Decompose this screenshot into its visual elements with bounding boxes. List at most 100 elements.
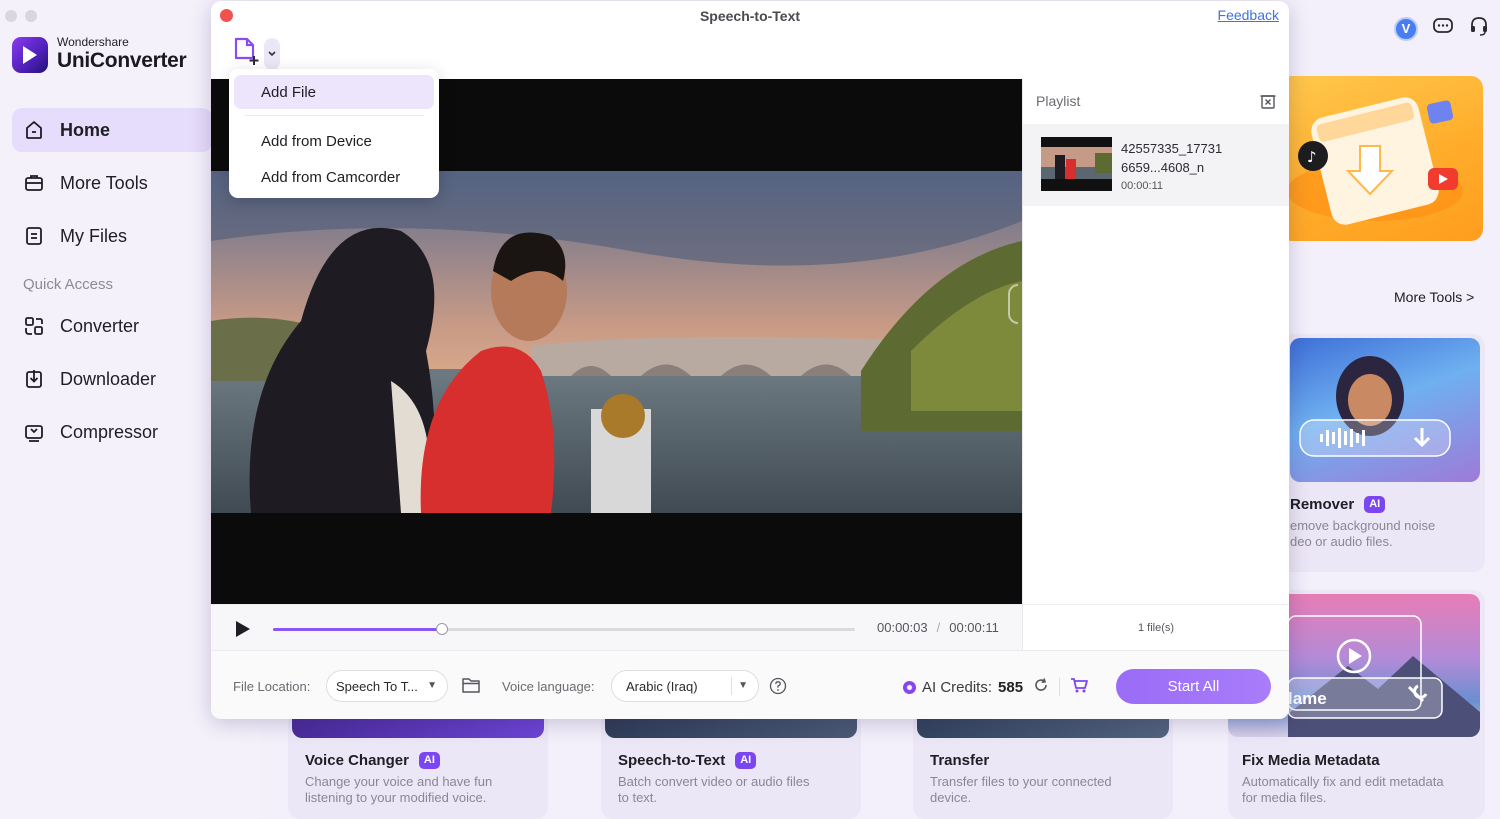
file-location-select[interactable]: Speech To T... ▼ — [326, 670, 448, 702]
progress-handle[interactable] — [435, 623, 448, 635]
header-actions: V — [1394, 15, 1490, 42]
chat-icon[interactable] — [1432, 15, 1454, 42]
card-desc-line: for media files. — [1242, 790, 1327, 805]
close-dot[interactable] — [5, 10, 17, 22]
chevron-down-icon: ▼ — [738, 680, 748, 691]
brand-name: UniConverter — [57, 49, 187, 72]
ai-badge: AI — [735, 752, 757, 769]
downloader-icon — [22, 367, 46, 391]
sidebar-item-label: Downloader — [60, 368, 157, 389]
card-desc-line: deo or audio files. — [1290, 534, 1393, 549]
ai-credits-label: AI Credits: — [922, 678, 993, 696]
file-location-label: File Location: — [233, 679, 311, 694]
playlist-item-name-line: 42557335_17731 — [1121, 141, 1223, 156]
video-frame — [211, 171, 1022, 513]
collapse-handle[interactable] — [1008, 284, 1018, 324]
avatar[interactable]: V — [1394, 16, 1418, 41]
files-icon — [22, 224, 46, 248]
file-location-value: Speech To T... — [336, 678, 418, 694]
card-title-text: Remover — [1290, 496, 1355, 513]
time-separator: / — [936, 620, 941, 635]
card-desc-line: emove background noise — [1290, 518, 1436, 533]
sidebar-item-label: Compressor — [60, 421, 159, 442]
download-illustration-icon: ♪ — [1287, 97, 1463, 225]
voice-language-select[interactable]: Arabic (Iraq) ▼ — [611, 670, 759, 702]
compressor-icon — [22, 420, 46, 444]
feedback-link[interactable]: Feedback — [1218, 7, 1279, 23]
converter-icon — [22, 314, 46, 338]
sidebar-item-label: My Files — [60, 225, 127, 246]
chevron-down-icon: ▼ — [427, 680, 437, 691]
current-time: 00:00:03 — [877, 620, 928, 635]
card-description: emove background noise deo or audio file… — [1290, 518, 1435, 550]
add-file-button[interactable] — [232, 36, 280, 71]
playlist-item[interactable]: 42557335_17731 6659...4608_n 00:00:11 — [1023, 124, 1289, 206]
total-time: 00:00:11 — [949, 620, 999, 635]
playlist-thumbnail — [1041, 137, 1112, 191]
toolbox-icon — [22, 171, 46, 195]
sidebar-item-my-files[interactable]: My Files — [12, 214, 212, 258]
dialog-bottom-bar: File Location: Speech To T... ▼ Voice la… — [211, 650, 1289, 719]
playlist-item-duration: 00:00:11 — [1121, 180, 1164, 192]
sidebar-item-compressor[interactable]: Compressor — [12, 410, 212, 454]
card-title: Transfer — [930, 752, 989, 769]
headset-icon[interactable] — [1468, 15, 1490, 42]
cart-icon[interactable] — [1070, 677, 1088, 697]
add-file-menu: Add File Add from Device Add from Camcor… — [229, 69, 439, 198]
card-desc-line: Batch convert video or audio files — [618, 774, 810, 789]
card-title: Voice Changer AI — [305, 752, 440, 769]
card-description: Batch convert video or audio files to te… — [618, 774, 810, 806]
play-icon[interactable] — [236, 621, 250, 637]
card-desc-line: to text. — [618, 790, 658, 805]
playlist-item-name: 42557335_17731 6659...4608_n — [1121, 139, 1281, 177]
uniconverter-logo-icon — [12, 36, 48, 73]
voice-language-label: Voice language: — [502, 679, 595, 694]
refresh-icon[interactable] — [1033, 677, 1049, 697]
select-divider — [731, 677, 732, 695]
card-desc-line: listening to your modified voice. — [305, 790, 487, 805]
folder-icon[interactable] — [461, 676, 481, 699]
downloader-banner[interactable]: ♪ — [1280, 76, 1483, 241]
card-description: Automatically fix and edit metadata for … — [1242, 774, 1444, 806]
progress-slider[interactable] — [273, 623, 855, 635]
card-title-text: Voice Changer — [305, 752, 409, 769]
menu-item-add-from-device[interactable]: Add from Device — [234, 124, 434, 158]
tool-card-speech-to-text[interactable]: Speech-to-Text AI Batch convert video or… — [601, 712, 861, 819]
menu-divider — [244, 115, 424, 116]
trash-icon[interactable] — [1259, 92, 1277, 115]
tool-card-voice-changer[interactable]: Voice Changer AI Change your voice and h… — [288, 712, 548, 819]
sidebar-item-converter[interactable]: Converter — [12, 304, 212, 348]
tool-card-transfer[interactable]: Transfer Transfer files to your connecte… — [913, 712, 1173, 819]
ai-badge: AI — [1364, 496, 1386, 513]
menu-item-add-from-camcorder[interactable]: Add from Camcorder — [234, 160, 434, 194]
menu-item-add-file[interactable]: Add File — [234, 75, 434, 109]
player-controls: 00:00:03 / 00:00:11 — [211, 604, 1022, 650]
playlist-header: Playlist — [1036, 93, 1081, 109]
card-description: Transfer files to your connected device. — [930, 774, 1112, 806]
help-icon[interactable] — [769, 677, 787, 700]
sidebar-item-home[interactable]: Home — [12, 108, 212, 152]
sidebar-item-label: Home — [60, 119, 111, 140]
add-file-dropdown-toggle[interactable] — [264, 37, 280, 70]
minimize-dot[interactable] — [25, 10, 37, 22]
playlist-panel: Playlist 42557335_17731 6659...4608_n 00… — [1022, 79, 1289, 604]
quick-access-heading: Quick Access — [23, 276, 114, 293]
card-title-text: Fix Media Metadata — [1242, 752, 1380, 769]
sidebar-item-more-tools[interactable]: More Tools — [12, 161, 212, 205]
card-desc-line: device. — [930, 790, 972, 805]
ai-credits: AI Credits: 585 — [903, 677, 1088, 697]
card-title: Fix Media Metadata — [1242, 752, 1380, 769]
brand: Wondershare UniConverter — [12, 36, 187, 73]
chevron-down-icon — [267, 45, 277, 63]
sidebar-item-downloader[interactable]: Downloader — [12, 357, 212, 401]
more-tools-link[interactable]: More Tools > — [1394, 289, 1474, 305]
card-desc-line: Transfer files to your connected — [930, 774, 1112, 789]
tool-card-remover[interactable]: Remover AI emove background noise deo or… — [1280, 334, 1485, 572]
dialog-title: Speech-to-Text — [699, 8, 801, 24]
card-description: Change your voice and have fun listening… — [305, 774, 492, 806]
card-desc-line: Automatically fix and edit metadata — [1242, 774, 1444, 789]
start-all-button[interactable]: Start All — [1116, 669, 1271, 704]
credits-divider — [1059, 678, 1061, 696]
ai-credits-value: 585 — [998, 678, 1024, 696]
window-controls — [5, 10, 37, 22]
